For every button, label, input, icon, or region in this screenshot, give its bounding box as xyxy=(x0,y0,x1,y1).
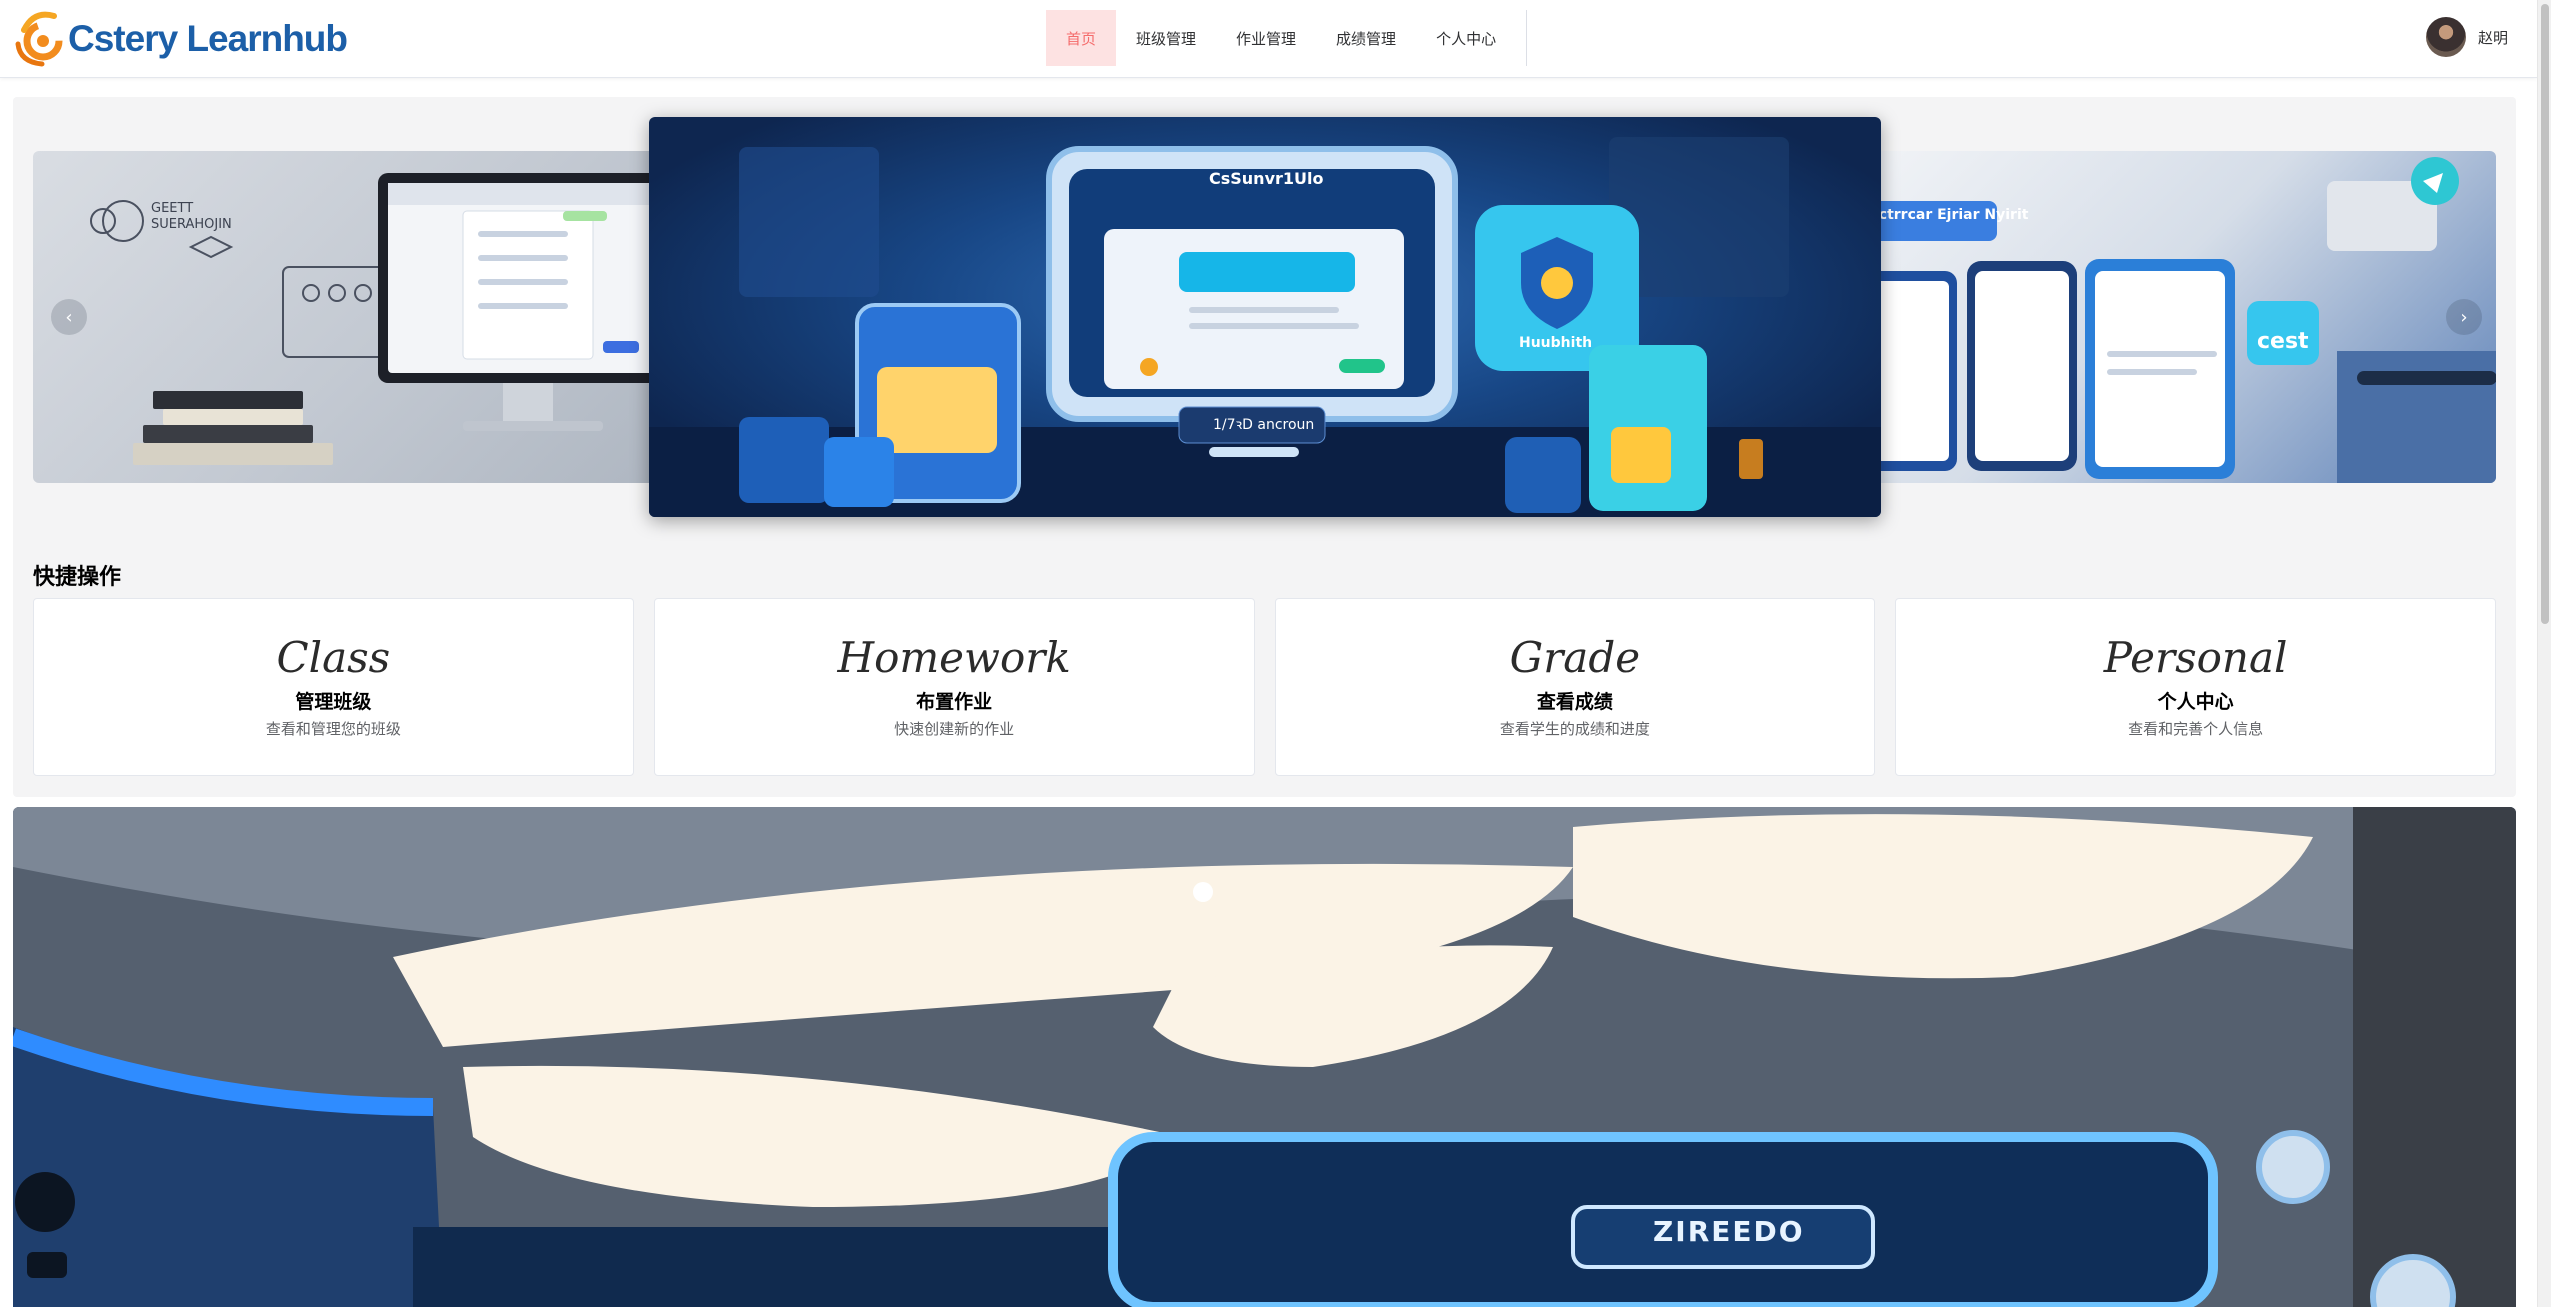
quick-action-name: 查看成绩 xyxy=(1536,691,1613,713)
carousel-slide-active[interactable]: CsSunvr1Ulo 1/7ꝛD ancroun Huubhith xyxy=(649,117,1881,517)
user-name[interactable]: 赵明 xyxy=(2478,27,2508,48)
user-menu[interactable]: 赵明 xyxy=(2426,17,2508,57)
slide-right-badge: cest xyxy=(2257,329,2309,354)
nav-item-home[interactable]: 首页 xyxy=(1046,10,1117,66)
carousel-next-button[interactable]: › xyxy=(2446,299,2482,335)
slide-center-title: CsSunvr1Ulo xyxy=(1209,169,1324,188)
top-header: Cstery Learnhub 首页 班级管理 作业管理 成绩管理 个人中心 赵… xyxy=(0,0,2537,78)
carousel-slide-previous[interactable]: GEETT SUERAHOJIN xyxy=(33,151,673,483)
logo-swirl-icon xyxy=(12,8,74,70)
quick-action-name: 管理班级 xyxy=(295,691,372,713)
quick-action-grade[interactable]: Grade 查看成绩 查看学生的成绩和进度 xyxy=(1274,598,1876,776)
quick-actions-title: 快捷操作 xyxy=(33,565,122,590)
slide-left-caption: GEETT SUERAHOJIN xyxy=(151,201,232,232)
slide-center-badge: Huubhith xyxy=(1519,335,1593,351)
quick-action-description: 快速创建新的作业 xyxy=(894,720,1015,738)
quick-action-big-label: Grade xyxy=(1509,633,1641,682)
quick-action-description: 查看和管理您的班级 xyxy=(265,720,401,738)
quick-action-description: 查看和完善个人信息 xyxy=(2128,720,2264,738)
quick-action-class[interactable]: Class 管理班级 查看和管理您的班级 xyxy=(33,598,634,776)
banner-carousel[interactable]: GEETT SUERAHOJIN CsSunvr1Ulo 1/7ꝛD ancro… xyxy=(33,117,2496,517)
slide-center-caption: 1/7ꝛD ancroun xyxy=(1213,417,1315,433)
quick-action-big-label: Homework xyxy=(837,633,1071,682)
quick-action-homework[interactable]: Homework 布置作业 快速创建新的作业 xyxy=(653,598,1255,776)
slide-illustration-desk xyxy=(90,173,673,465)
quick-action-name: 个人中心 xyxy=(2157,691,2234,713)
page-scrollbar[interactable] xyxy=(2537,0,2551,1307)
bottom-banner-image: ZIREEDO xyxy=(13,807,2516,1307)
quick-action-description: 查看学生的成绩和进度 xyxy=(1499,720,1650,738)
quick-action-personal[interactable]: Personal 个人中心 查看和完善个人信息 xyxy=(1895,598,2496,776)
quick-action-big-label: Personal xyxy=(2103,633,2288,682)
quick-action-name: 布置作业 xyxy=(916,691,993,713)
nav-item-personal-center[interactable]: 个人中心 xyxy=(1416,10,1516,66)
slide-illustration-mobile-apps xyxy=(1857,157,2496,483)
futuristic-classroom-illustration xyxy=(13,807,2516,1307)
scrollbar-thumb[interactable] xyxy=(2541,4,2549,624)
home-panel: GEETT SUERAHOJIN CsSunvr1Ulo 1/7ꝛD ancro… xyxy=(13,97,2516,797)
carousel-prev-button[interactable]: ‹ xyxy=(51,299,87,335)
logo-text: Cstery Learnhub xyxy=(68,18,348,59)
app-logo[interactable]: Cstery Learnhub xyxy=(12,6,348,72)
nav-item-homework-management[interactable]: 作业管理 xyxy=(1216,10,1316,66)
chevron-left-icon: ‹ xyxy=(65,306,73,328)
nav-item-grade-management[interactable]: 成绩管理 xyxy=(1316,10,1416,66)
quick-action-big-label: Class xyxy=(276,633,391,682)
avatar[interactable] xyxy=(2426,17,2466,57)
nav-item-class-management[interactable]: 班级管理 xyxy=(1116,10,1216,66)
carousel-slide-next[interactable]: ctictrrcar Ejriar Nyirit cest xyxy=(1857,151,2496,483)
banner-sign-text: ZIREEDO xyxy=(1653,1215,1805,1248)
chevron-right-icon: › xyxy=(2460,306,2468,328)
slide-right-caption: ctictrrcar Ejriar Nyirit xyxy=(1859,207,2029,223)
main-nav: 首页 班级管理 作业管理 成绩管理 个人中心 xyxy=(1046,10,1528,66)
quick-actions-grid: Class 管理班级 查看和管理您的班级 Homework 布置作业 快速创建新… xyxy=(33,598,2496,776)
